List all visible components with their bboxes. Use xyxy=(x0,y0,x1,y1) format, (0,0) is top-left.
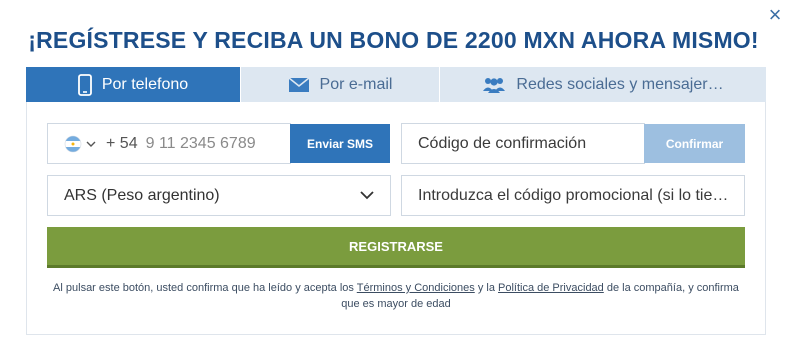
terms-middle: y la xyxy=(477,282,495,294)
confirmation-code-input[interactable] xyxy=(418,134,644,153)
argentina-flag-icon[interactable] xyxy=(64,135,82,153)
tab-email-label: Por e-mail xyxy=(319,75,393,93)
close-icon[interactable]: × xyxy=(765,4,785,26)
currency-selected-value: ARS (Peso argentino) xyxy=(64,186,220,204)
tab-bar: Por telefono Por e-mail Redes sociales y… xyxy=(26,67,766,102)
confirm-button[interactable]: Confirmar xyxy=(644,124,745,163)
promo-code-field xyxy=(401,175,745,216)
tab-email[interactable]: Por e-mail xyxy=(240,67,439,102)
promo-code-input[interactable] xyxy=(418,186,744,205)
currency-select[interactable]: ARS (Peso argentino) xyxy=(47,175,391,216)
tab-social[interactable]: Redes sociales y mensajer… xyxy=(439,67,766,102)
register-button[interactable]: REGISTRARSE xyxy=(47,227,745,268)
page-title: ¡REGÍSTRESE Y RECIBA UN BONO DE 2200 MXN… xyxy=(28,27,759,53)
tab-phone[interactable]: Por telefono xyxy=(26,67,240,102)
phone-icon xyxy=(77,73,92,96)
users-icon xyxy=(482,76,506,94)
confirmation-code-field xyxy=(401,123,645,164)
envelope-icon xyxy=(288,76,310,93)
privacy-link[interactable]: Política de Privacidad xyxy=(498,282,604,294)
dial-code: + 54 xyxy=(106,134,138,152)
tab-social-label: Redes sociales y mensajer… xyxy=(516,75,724,93)
terms-prefix: Al pulsar este botón, usted confirma que… xyxy=(53,282,354,294)
tab-phone-label: Por telefono xyxy=(101,75,189,93)
terms-link[interactable]: Términos y Condiciones xyxy=(357,282,475,294)
chevron-down-icon xyxy=(360,191,374,200)
terms-notice: Al pulsar este botón, usted confirma que… xyxy=(47,280,745,312)
chevron-down-icon[interactable] xyxy=(86,140,96,148)
phone-field: + 54 xyxy=(47,123,291,164)
send-sms-button[interactable]: Enviar SMS xyxy=(290,124,390,163)
phone-input[interactable] xyxy=(145,134,290,153)
